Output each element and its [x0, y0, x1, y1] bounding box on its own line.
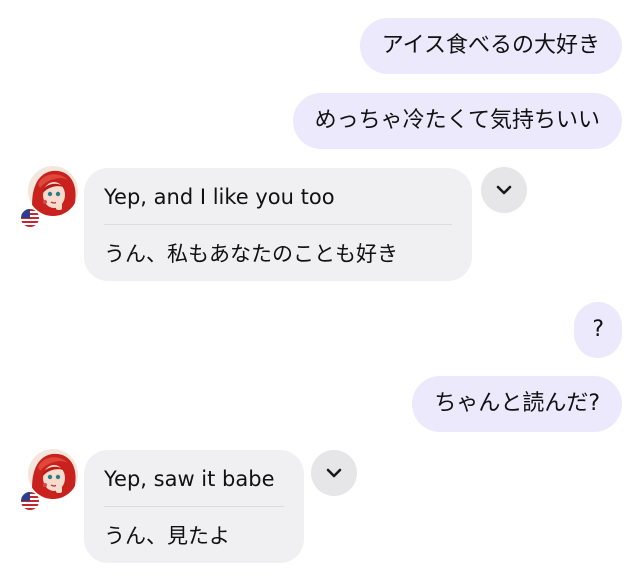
- contact-avatar[interactable]: [28, 449, 78, 499]
- sent-message-bubble[interactable]: めっちゃ冷たくて気持ちいい: [292, 93, 622, 149]
- chevron-down-icon: [326, 468, 342, 478]
- expand-button[interactable]: [481, 167, 527, 213]
- sent-message-text: アイス食べるの大好き: [381, 33, 600, 58]
- contact-avatar[interactable]: [28, 166, 78, 216]
- sent-message-bubble[interactable]: ?: [574, 302, 622, 358]
- received-message-bubble[interactable]: Yep, and I like you too うん、私もあなたのことも好き: [84, 168, 472, 281]
- expand-button[interactable]: [311, 450, 357, 496]
- us-flag-icon: [20, 491, 40, 511]
- sent-message-bubble[interactable]: ちゃんと読んだ?: [412, 376, 622, 432]
- translated-text: うん、見たよ: [104, 524, 230, 548]
- chevron-down-icon: [496, 185, 512, 195]
- us-flag-icon: [20, 208, 40, 228]
- original-text: Yep, and I like you too: [104, 168, 452, 225]
- sent-message-text: ?: [592, 317, 604, 342]
- sent-message-text: めっちゃ冷たくて気持ちいい: [314, 108, 600, 133]
- sent-message-bubble[interactable]: アイス食べるの大好き: [359, 18, 622, 74]
- original-text: Yep, saw it babe: [104, 450, 284, 507]
- translated-text: うん、私もあなたのことも好き: [104, 242, 398, 266]
- received-message-bubble[interactable]: Yep, saw it babe うん、見たよ: [84, 450, 304, 563]
- sent-message-text: ちゃんと読んだ?: [434, 391, 600, 416]
